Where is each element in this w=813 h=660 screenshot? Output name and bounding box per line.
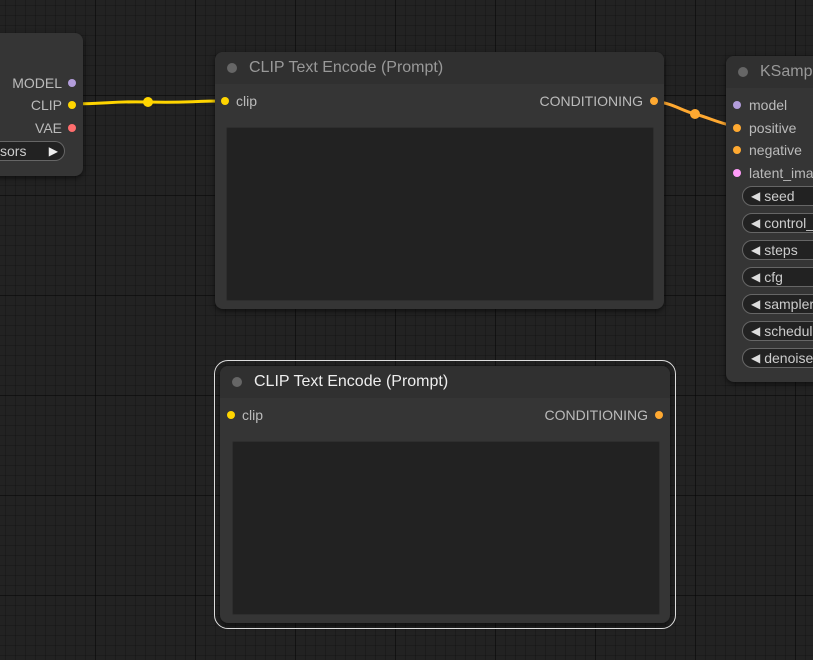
output-conditioning[interactable]: CONDITIONING — [540, 93, 658, 109]
load-checkpoint-node[interactable]: MODEL CLIP VAE sors ▶ — [0, 33, 83, 176]
negative-input-dot[interactable] — [733, 146, 741, 154]
input-clip[interactable]: clip — [221, 93, 257, 109]
clip-link-center-dot[interactable] — [143, 97, 153, 107]
widget-label: sampler — [764, 296, 813, 312]
node-header[interactable]: CLIP Text Encode (Prompt) — [220, 366, 670, 398]
sampler-name-widget[interactable]: ◀ sampler — [742, 294, 813, 314]
node-title: CLIP Text Encode (Prompt) — [249, 59, 444, 76]
output-clip[interactable]: CLIP — [31, 97, 76, 113]
widget-label: denoise — [764, 350, 813, 366]
steps-widget[interactable]: ◀ steps — [742, 240, 813, 260]
output-model[interactable]: MODEL — [12, 75, 76, 91]
input-latent-image[interactable]: latent_imag — [733, 165, 813, 181]
node-title: KSampl — [760, 63, 813, 80]
output-conditioning[interactable]: CONDITIONING — [545, 407, 663, 423]
decrement-arrow-icon[interactable]: ◀ — [751, 189, 760, 203]
collapse-dot-icon[interactable] — [227, 63, 237, 73]
play-arrow-icon: ▶ — [48, 144, 58, 158]
decrement-arrow-icon[interactable]: ◀ — [751, 324, 760, 338]
clip-text-encode-node-1[interactable]: CLIP Text Encode (Prompt) clip CONDITION… — [215, 52, 664, 309]
model-slot-dot[interactable] — [68, 79, 76, 87]
widget-label: schedule — [764, 323, 813, 339]
input-negative[interactable]: negative — [733, 142, 802, 158]
input-model-label: model — [749, 97, 788, 113]
decrement-arrow-icon[interactable]: ◀ — [751, 243, 760, 257]
control-after-generate-widget[interactable]: ◀ control_ — [742, 213, 813, 233]
ckpt-name-value: sors — [0, 143, 27, 159]
positive-input-dot[interactable] — [733, 124, 741, 132]
output-conditioning-label: CONDITIONING — [544, 407, 648, 423]
conditioning-link-center-dot[interactable] — [690, 109, 700, 119]
decrement-arrow-icon[interactable]: ◀ — [751, 351, 760, 365]
input-clip-label: clip — [242, 407, 264, 423]
denoise-widget[interactable]: ◀ denoise — [742, 348, 813, 368]
decrement-arrow-icon[interactable]: ◀ — [751, 297, 760, 311]
seed-widget[interactable]: ◀ seed — [742, 186, 813, 206]
node-header[interactable]: KSampl — [726, 56, 813, 88]
conditioning-output-dot[interactable] — [650, 97, 658, 105]
prompt-textarea[interactable] — [232, 441, 660, 615]
collapse-dot-icon[interactable] — [232, 377, 242, 387]
scheduler-widget[interactable]: ◀ schedule — [742, 321, 813, 341]
conditioning-output-dot[interactable] — [655, 411, 663, 419]
decrement-arrow-icon[interactable]: ◀ — [751, 270, 760, 284]
output-vae[interactable]: VAE — [35, 120, 76, 136]
model-input-dot[interactable] — [733, 101, 741, 109]
input-positive-label: positive — [749, 120, 797, 136]
input-clip-label: clip — [236, 93, 258, 109]
cfg-widget[interactable]: ◀ cfg — [742, 267, 813, 287]
clip-input-dot[interactable] — [227, 411, 235, 419]
input-negative-label: negative — [749, 142, 802, 158]
prompt-textarea[interactable] — [226, 127, 654, 301]
output-vae-label: VAE — [35, 120, 62, 136]
widget-label: cfg — [764, 269, 783, 285]
latent-input-dot[interactable] — [733, 169, 741, 177]
vae-slot-dot[interactable] — [68, 124, 76, 132]
node-header[interactable]: CLIP Text Encode (Prompt) — [215, 52, 664, 84]
widget-label: steps — [764, 242, 798, 258]
input-clip[interactable]: clip — [227, 407, 263, 423]
input-model[interactable]: model — [733, 97, 787, 113]
clip-input-dot[interactable] — [221, 97, 229, 105]
decrement-arrow-icon[interactable]: ◀ — [751, 216, 760, 230]
output-clip-label: CLIP — [30, 97, 62, 113]
input-positive[interactable]: positive — [733, 120, 796, 136]
output-conditioning-label: CONDITIONING — [539, 93, 643, 109]
clip-slot-dot[interactable] — [68, 101, 76, 109]
collapse-dot-icon[interactable] — [738, 67, 748, 77]
ckpt-name-widget[interactable]: sors ▶ — [0, 141, 65, 161]
node-title: CLIP Text Encode (Prompt) — [254, 373, 449, 390]
clip-text-encode-node-2[interactable]: CLIP Text Encode (Prompt) clip CONDITION… — [214, 360, 676, 629]
output-model-label: MODEL — [12, 75, 62, 91]
input-latent-label: latent_imag — [749, 165, 813, 181]
widget-label: seed — [764, 188, 795, 204]
widget-label: control_ — [764, 215, 813, 231]
ksampler-node[interactable]: KSampl model positive negative latent_im… — [726, 56, 813, 382]
